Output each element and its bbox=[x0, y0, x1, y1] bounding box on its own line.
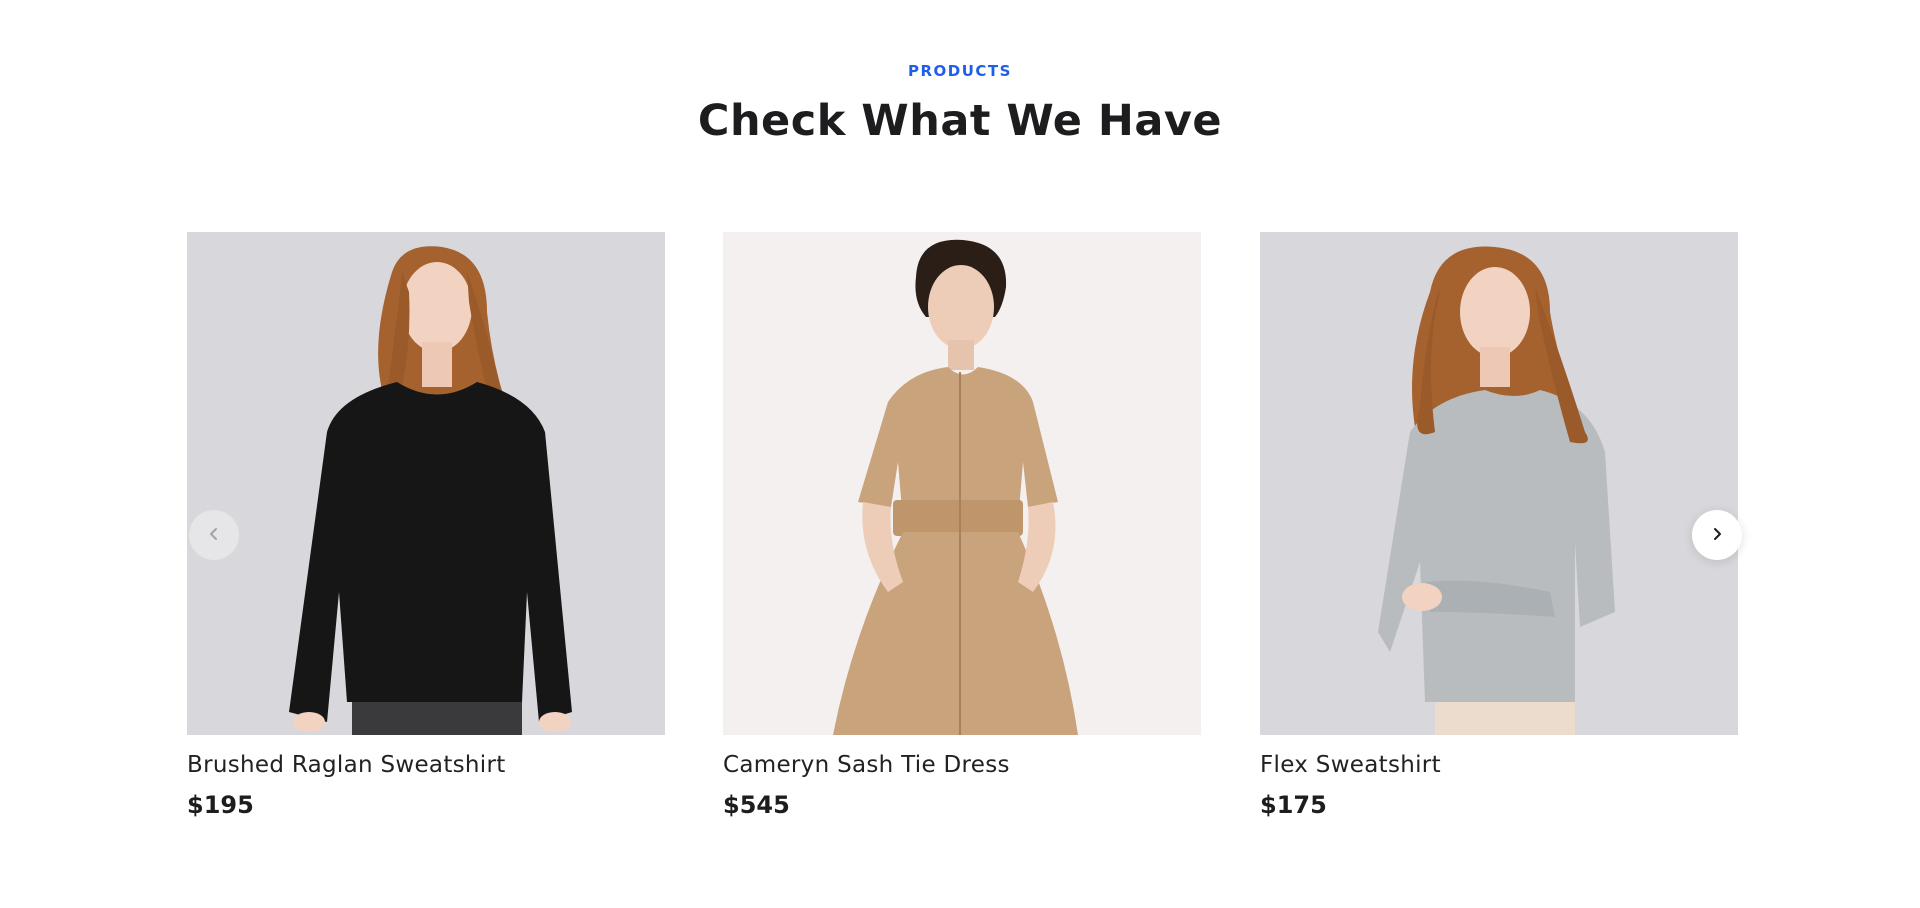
chevron-left-icon bbox=[207, 526, 221, 545]
product-card[interactable]: Brushed Raglan Sweatshirt $195 bbox=[187, 232, 665, 819]
carousel-next-button[interactable] bbox=[1692, 510, 1742, 560]
product-name[interactable]: Cameryn Sash Tie Dress bbox=[723, 752, 1201, 778]
section-title: Check What We Have bbox=[697, 96, 1223, 146]
product-name[interactable]: Brushed Raglan Sweatshirt bbox=[187, 752, 665, 778]
chevron-right-icon bbox=[1710, 526, 1724, 545]
product-image[interactable] bbox=[1260, 232, 1738, 735]
product-carousel: Brushed Raglan Sweatshirt $195 Cameryn S… bbox=[187, 232, 1738, 832]
product-price: $545 bbox=[723, 791, 790, 819]
carousel-prev-button[interactable] bbox=[189, 510, 239, 560]
product-name[interactable]: Flex Sweatshirt bbox=[1260, 752, 1738, 778]
product-image[interactable] bbox=[187, 232, 665, 735]
product-image[interactable] bbox=[723, 232, 1201, 735]
product-price: $175 bbox=[1260, 791, 1327, 819]
product-card[interactable]: Flex Sweatshirt $175 bbox=[1260, 232, 1738, 819]
product-price: $195 bbox=[187, 791, 254, 819]
product-card[interactable]: Cameryn Sash Tie Dress $545 bbox=[723, 232, 1201, 819]
section-label: PRODUCTS bbox=[908, 62, 1012, 80]
